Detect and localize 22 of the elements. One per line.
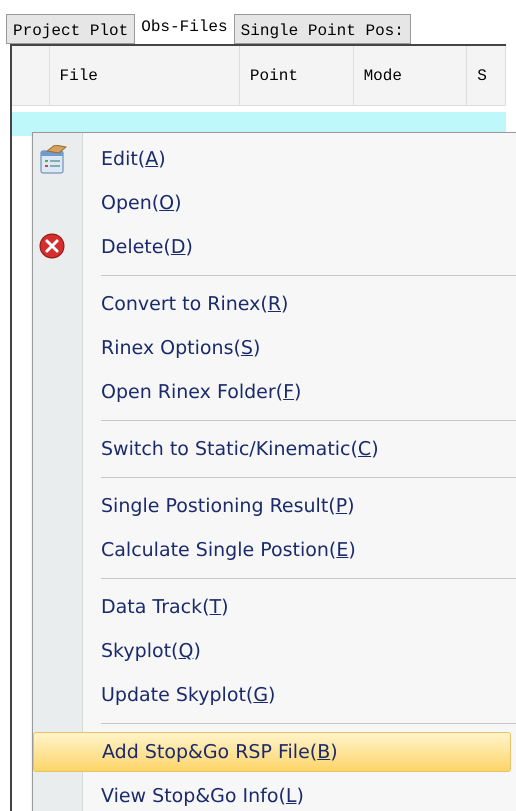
menu-item[interactable]: Edit(A)	[33, 139, 511, 179]
menu-item[interactable]: Convert to Rinex(R)	[33, 284, 511, 324]
column-header[interactable]: S	[467, 46, 506, 105]
menu-item[interactable]: Switch to Static/Kinematic(C)	[33, 429, 511, 469]
menu-item[interactable]: Delete(D)	[33, 227, 511, 267]
menu-item[interactable]: Single Postioning Result(P)	[33, 486, 511, 526]
menu-item[interactable]: Rinex Options(S)	[33, 328, 511, 368]
tab[interactable]: Single Point Pos:	[234, 14, 411, 44]
menu-item[interactable]: View Stop&Go Info(L)	[33, 776, 511, 811]
menu-item[interactable]: Open(O)	[33, 183, 511, 223]
menu-item[interactable]: Add Stop&Go RSP File(B)	[33, 732, 511, 772]
delete-icon	[39, 233, 65, 259]
notepad-icon	[39, 145, 67, 175]
column-header[interactable]: Mode	[354, 46, 468, 105]
menu-item[interactable]: Update Skyplot(G)	[33, 675, 511, 715]
column-header[interactable]: File	[50, 46, 240, 105]
tab[interactable]: Project Plot	[6, 14, 136, 44]
menu-item[interactable]: Skyplot(Q)	[33, 631, 511, 671]
menu-item[interactable]: Open Rinex Folder(F)	[33, 372, 511, 412]
menu-item[interactable]: Data Track(T)	[33, 587, 511, 627]
menu-item[interactable]: Calculate Single Postion(E)	[33, 530, 511, 570]
column-header[interactable]: Point	[240, 46, 354, 105]
